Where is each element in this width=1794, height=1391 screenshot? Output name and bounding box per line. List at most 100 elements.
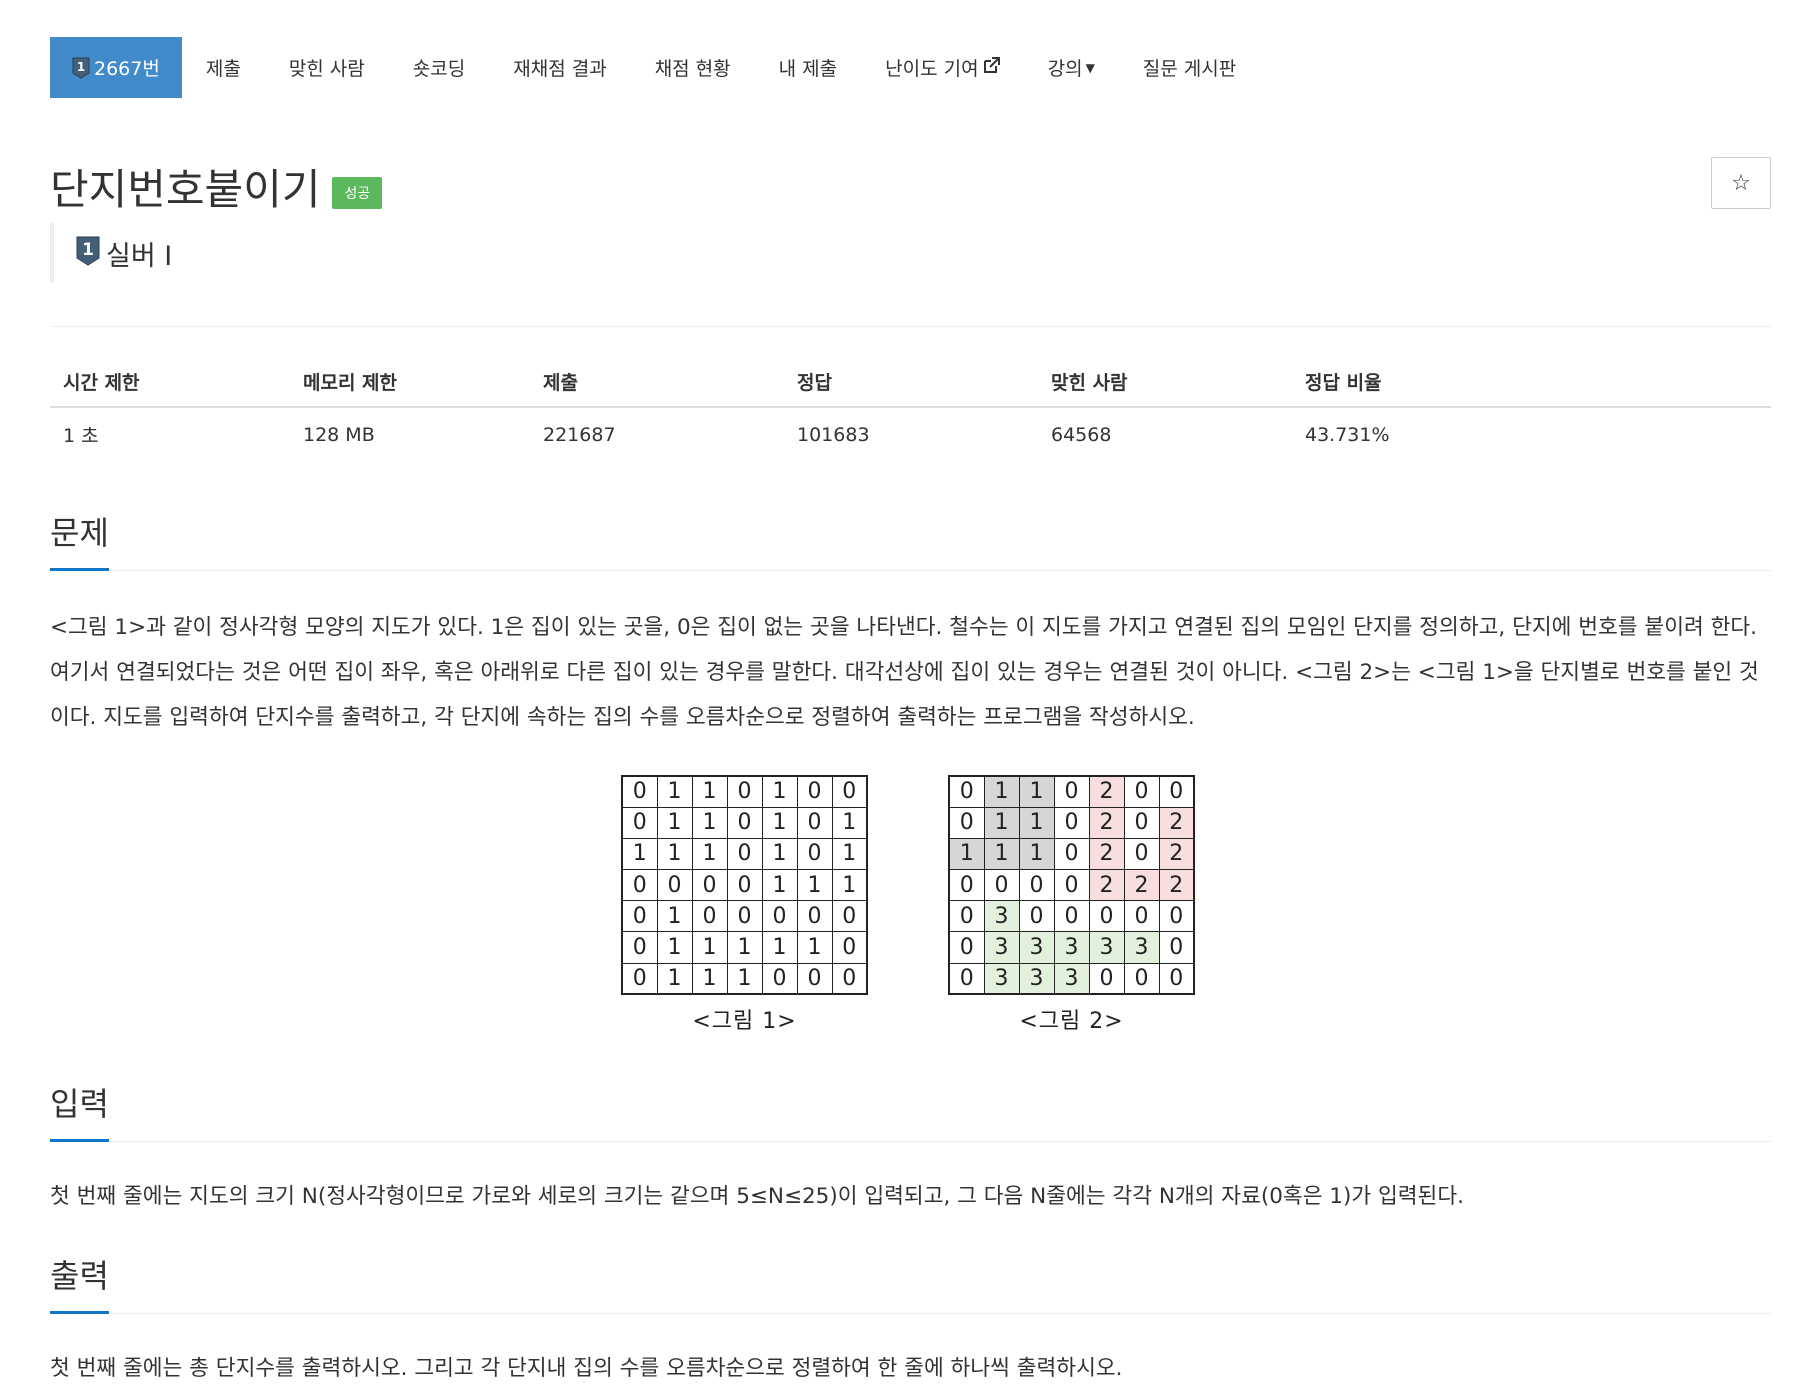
nav-question-board[interactable]: 질문 게시판 [1119,37,1260,98]
nav-lectures-dropdown[interactable]: 강의 ▼ [1024,37,1119,98]
time-limit-value: 1 초 [63,425,99,447]
grid-cell: 1 [656,806,693,839]
grid-cell: 3 [1053,962,1090,995]
grid-cell: 0 [1123,806,1160,839]
grid-cell: 0 [1158,775,1195,808]
grid-cell: 0 [621,869,658,902]
nav-my-submissions-label: 내 제출 [778,58,838,80]
figure-1: 0110100011010111101010000111010000001111… [621,775,868,1035]
problem-heading: 문제 [50,508,109,571]
grid-cell: 0 [948,931,985,964]
nav-rejudge-results[interactable]: 재채점 결과 [489,37,630,98]
silver-tier-icon: 1 [72,57,90,79]
grid-cell: 0 [948,869,985,902]
grid-cell: 1 [983,837,1020,871]
grid-cell: 1 [948,837,985,871]
nav-solved-users[interactable]: 맞힌 사람 [265,37,389,98]
grid-cell: 0 [1123,837,1160,871]
nav-problem-number[interactable]: 1 2667번 [50,37,182,98]
grid-row: 0000222 [948,869,1195,902]
grid-cell: 2 [1158,806,1195,839]
grid-cell: 0 [796,775,833,808]
grid-cell: 0 [831,962,868,995]
grid-row: 0111110 [621,931,868,964]
grid-cell: 1 [1018,837,1055,871]
grid-cell: 0 [726,900,763,933]
nav-my-submissions[interactable]: 내 제출 [755,37,861,98]
output-heading: 출력 [50,1251,109,1314]
figure-2: 0110200011020211102020000222030000003333… [948,775,1195,1035]
solved-users-value: 64568 [1051,423,1112,446]
output-section-header: 출력 [50,1251,1771,1314]
accept-ratio-value: 43.731% [1305,423,1390,446]
map-grid-2: 0110200011020211102020000222030000003333… [948,775,1195,996]
nav-submit[interactable]: 제출 [182,37,265,98]
grid-cell: 1 [656,837,693,871]
grid-cell: 0 [761,962,798,995]
grid-cell: 0 [691,900,728,933]
grid-cell: 0 [1088,962,1125,995]
svg-text:1: 1 [82,240,94,260]
nav-rejudge-results-label: 재채점 결과 [513,58,607,80]
nav-question-board-label: 질문 게시판 [1142,58,1237,80]
nav-judge-status[interactable]: 채점 현황 [631,37,755,98]
grid-cell: 0 [726,775,763,808]
grid-cell: 1 [761,931,798,964]
grid-cell: 0 [1053,806,1090,839]
grid-cell: 1 [831,837,868,871]
input-section-header: 입력 [50,1079,1771,1142]
table-row: 1 초 128 MB 221687 101683 64568 43.731% [50,407,1771,461]
tier-block: 1 실버 I [50,223,172,283]
grid-row: 0110200 [948,775,1195,808]
grid-cell: 3 [983,931,1020,964]
grid-cell: 2 [1158,869,1195,902]
grid-cell: 1 [1018,775,1055,808]
input-heading: 입력 [50,1079,109,1142]
grid-cell: 0 [948,900,985,933]
nav-short-coding-label: 숏코딩 [412,58,466,80]
grid-cell: 0 [656,869,693,902]
grid-cell: 0 [1123,775,1160,808]
grid-cell: 3 [1053,931,1090,964]
nav-short-coding[interactable]: 숏코딩 [389,37,489,98]
problem-nav: 1 2667번 제출 맞힌 사람 숏코딩 재채점 결과 채점 현황 내 제출 난… [50,37,1260,98]
grid-cell: 1 [691,931,728,964]
grid-cell: 0 [691,869,728,902]
grid-cell: 0 [761,900,798,933]
grid-cell: 0 [948,806,985,839]
grid-cell: 3 [983,962,1020,995]
grid-row: 0333000 [948,962,1195,995]
grid-row: 0333330 [948,931,1195,964]
nav-solved-users-label: 맞힌 사람 [288,58,365,80]
grid-cell: 0 [1123,962,1160,995]
grid-cell: 2 [1158,837,1195,871]
grid-cell: 1 [761,775,798,808]
divider [50,326,1771,327]
figure-2-caption: <그림 2> [1019,1009,1124,1035]
grid-cell: 1 [656,775,693,808]
nav-difficulty-contribution[interactable]: 난이도 기여 [861,37,1023,98]
grid-cell: 1 [691,806,728,839]
grid-cell: 1 [656,931,693,964]
grid-cell: 0 [948,962,985,995]
grid-cell: 1 [796,869,833,902]
grid-cell: 3 [1088,931,1125,964]
grid-row: 0110202 [948,806,1195,839]
grid-cell: 0 [726,837,763,871]
map-grid-1: 0110100011010111101010000111010000001111… [621,775,868,996]
grid-cell: 3 [1018,962,1055,995]
grid-cell: 0 [831,931,868,964]
grid-cell: 1 [831,869,868,902]
grid-cell: 0 [621,962,658,995]
grid-cell: 1 [691,962,728,995]
grid-cell: 0 [726,869,763,902]
tier-label[interactable]: 실버 I [106,234,172,273]
favorite-star-button[interactable]: ☆ [1711,157,1771,209]
grid-cell: 1 [691,775,728,808]
grid-cell: 0 [1053,837,1090,871]
header-accepted: 정답 [784,357,1038,408]
grid-cell: 2 [1088,775,1125,808]
output-description: 첫 번째 줄에는 총 단지수를 출력하시오. 그리고 각 단지내 집의 수를 오… [50,1356,1123,1381]
grid-cell: 0 [621,900,658,933]
grid-cell: 0 [796,962,833,995]
